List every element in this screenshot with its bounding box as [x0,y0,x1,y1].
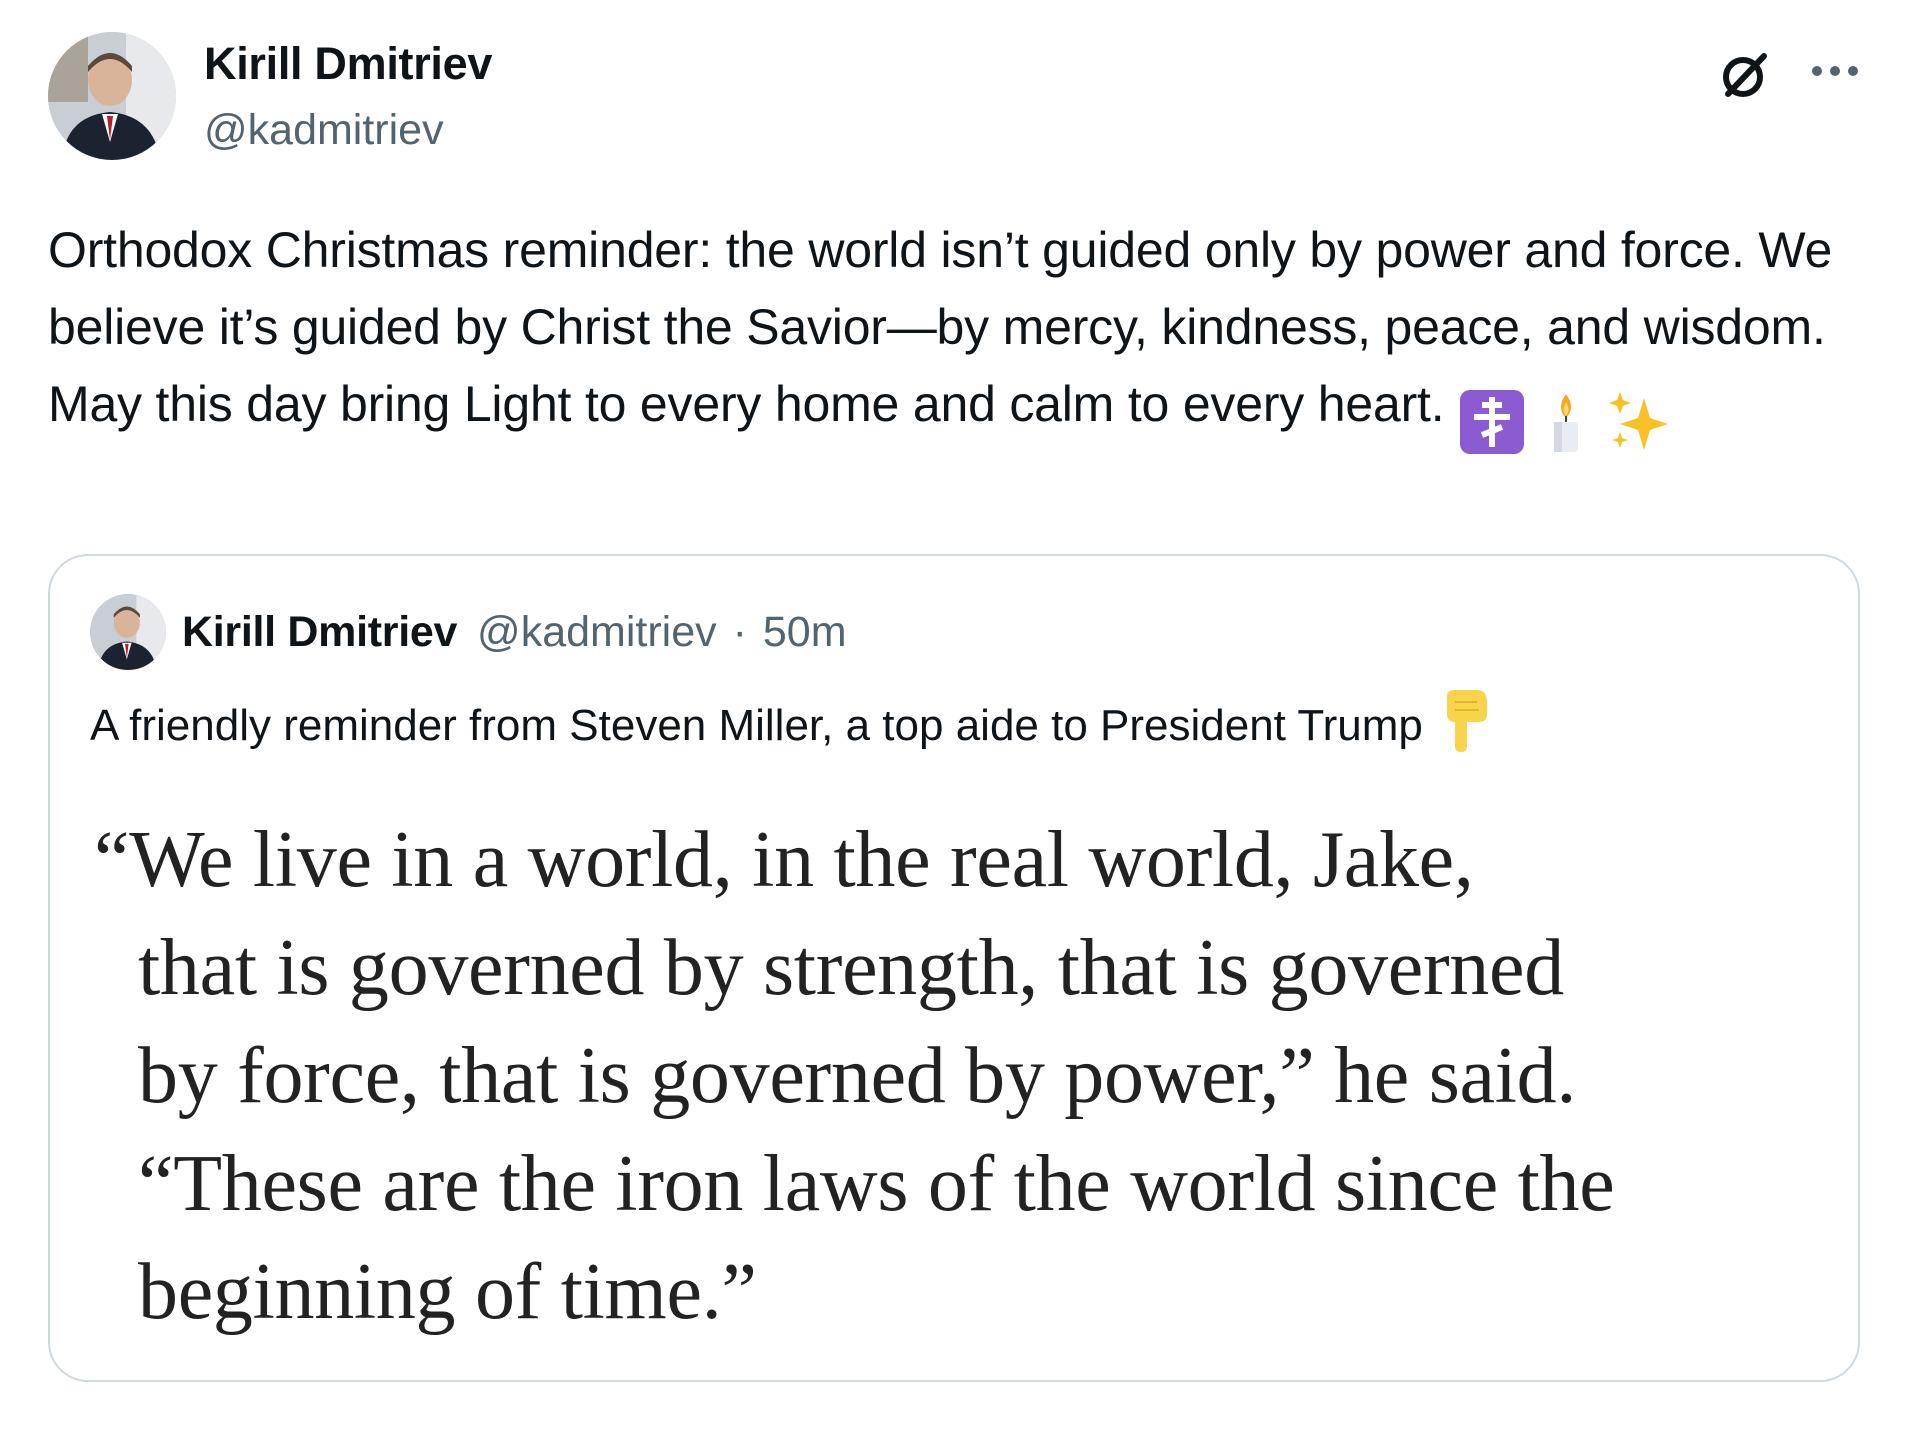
quoted-post-time[interactable]: 50m [763,608,847,656]
candle-emoji [1532,388,1600,456]
quoted-author-handle[interactable]: @kadmitriev [477,608,717,656]
quoted-author-avatar[interactable] [90,594,166,670]
author-avatar[interactable] [48,32,176,160]
grok-icon[interactable] [1716,46,1774,104]
author-handle[interactable]: @kadmitriev [204,106,444,155]
quote-image-line: “These are the iron laws of the world si… [138,1140,1615,1228]
emoji-row [1458,380,1680,457]
avatar-photo [90,594,166,670]
quoted-post-image[interactable]: “We live in a world, in the real world, … [94,806,1814,1346]
quote-image-line: that is governed by strength, that is go… [138,924,1564,1012]
backhand-index-pointing-down-emoji [1433,688,1493,754]
quote-image-line: “We live in a world, in the real world, … [94,816,1474,904]
quote-image-line: by force, that is governed by power,” he… [138,1032,1577,1120]
quote-image-line: beginning of time.” [138,1248,757,1336]
author-name[interactable]: Kirill Dmitriev [204,38,492,90]
orthodox-cross-emoji [1458,388,1526,456]
post-text: Orthodox Christmas reminder: the world i… [48,212,1868,457]
meta-separator: · [732,608,747,656]
quoted-post-text-content: A friendly reminder from Steven Miller, … [90,701,1423,750]
quoted-post-card[interactable]: Kirill Dmitriev @kadmitriev · 50m A frie… [48,554,1860,1382]
quoted-author-name[interactable]: Kirill Dmitriev [182,608,457,656]
more-icon[interactable] [1806,42,1864,100]
quoted-post-text: A friendly reminder from Steven Miller, … [90,688,1493,754]
sparkles-emoji [1606,388,1674,456]
quoted-post-meta: Kirill Dmitriev @kadmitriev · 50m [182,608,847,657]
avatar-photo [48,32,176,160]
